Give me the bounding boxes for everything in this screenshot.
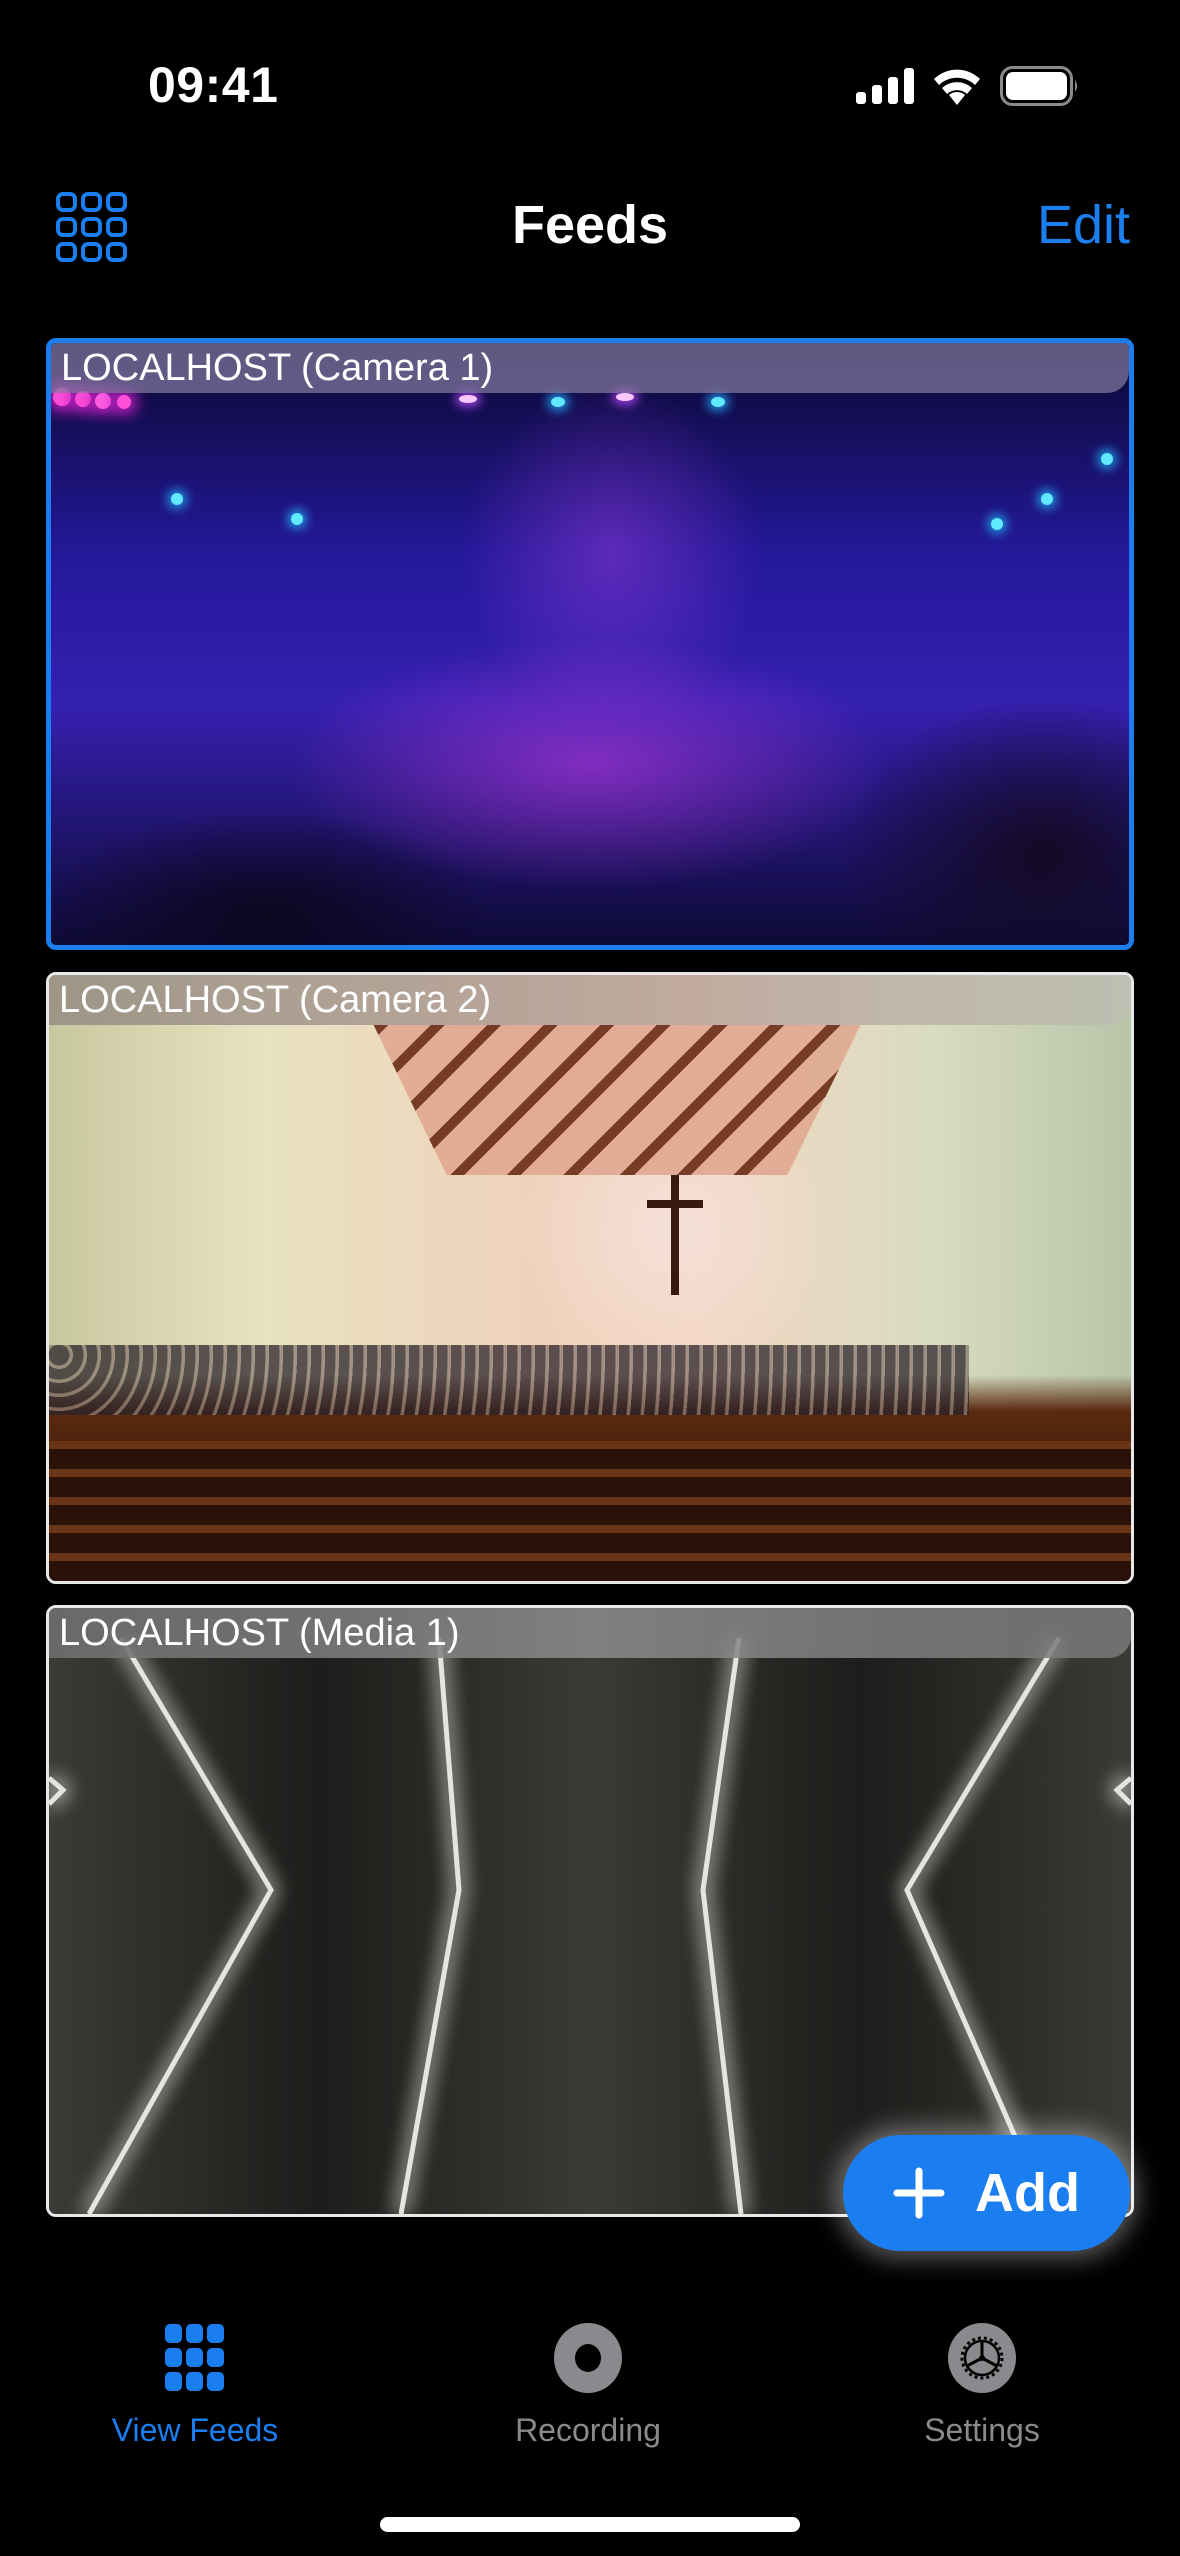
battery-icon xyxy=(1000,66,1077,106)
feed-video-preview xyxy=(49,975,1131,1581)
wifi-icon xyxy=(934,69,980,105)
feed-video-preview xyxy=(51,343,1129,945)
gear-icon xyxy=(948,2323,1016,2393)
tab-label: Recording xyxy=(515,2412,661,2448)
cellular-signal-icon xyxy=(856,68,914,104)
add-button-label: Add xyxy=(975,2163,1080,2223)
edit-button[interactable]: Edit xyxy=(1037,194,1130,256)
status-time: 09:41 xyxy=(148,57,279,113)
tab-recording[interactable]: Recording xyxy=(458,2318,718,2449)
add-feed-button[interactable]: Add xyxy=(843,2135,1130,2251)
tab-label: Settings xyxy=(924,2412,1040,2448)
record-icon xyxy=(554,2323,622,2393)
feed-label: LOCALHOST (Media 1) xyxy=(49,1608,1131,1658)
feed-card-media-1[interactable]: LOCALHOST (Media 1) xyxy=(46,1605,1134,2217)
home-indicator[interactable] xyxy=(380,2517,800,2532)
plus-icon xyxy=(893,2167,945,2219)
grid-icon xyxy=(165,2324,224,2391)
feed-label: LOCALHOST (Camera 1) xyxy=(51,343,1129,393)
tab-view-feeds[interactable]: View Feeds xyxy=(65,2318,325,2449)
feed-card-camera-2[interactable]: LOCALHOST (Camera 2) xyxy=(46,972,1134,1584)
tab-settings[interactable]: Settings xyxy=(852,2318,1112,2449)
tab-label: View Feeds xyxy=(111,2412,279,2448)
status-icons xyxy=(856,66,1080,106)
feed-card-camera-1[interactable]: LOCALHOST (Camera 1) xyxy=(46,338,1134,950)
feed-label: LOCALHOST (Camera 2) xyxy=(49,975,1131,1025)
feed-video-preview xyxy=(49,1608,1131,2214)
page-title: Feeds xyxy=(511,195,669,255)
